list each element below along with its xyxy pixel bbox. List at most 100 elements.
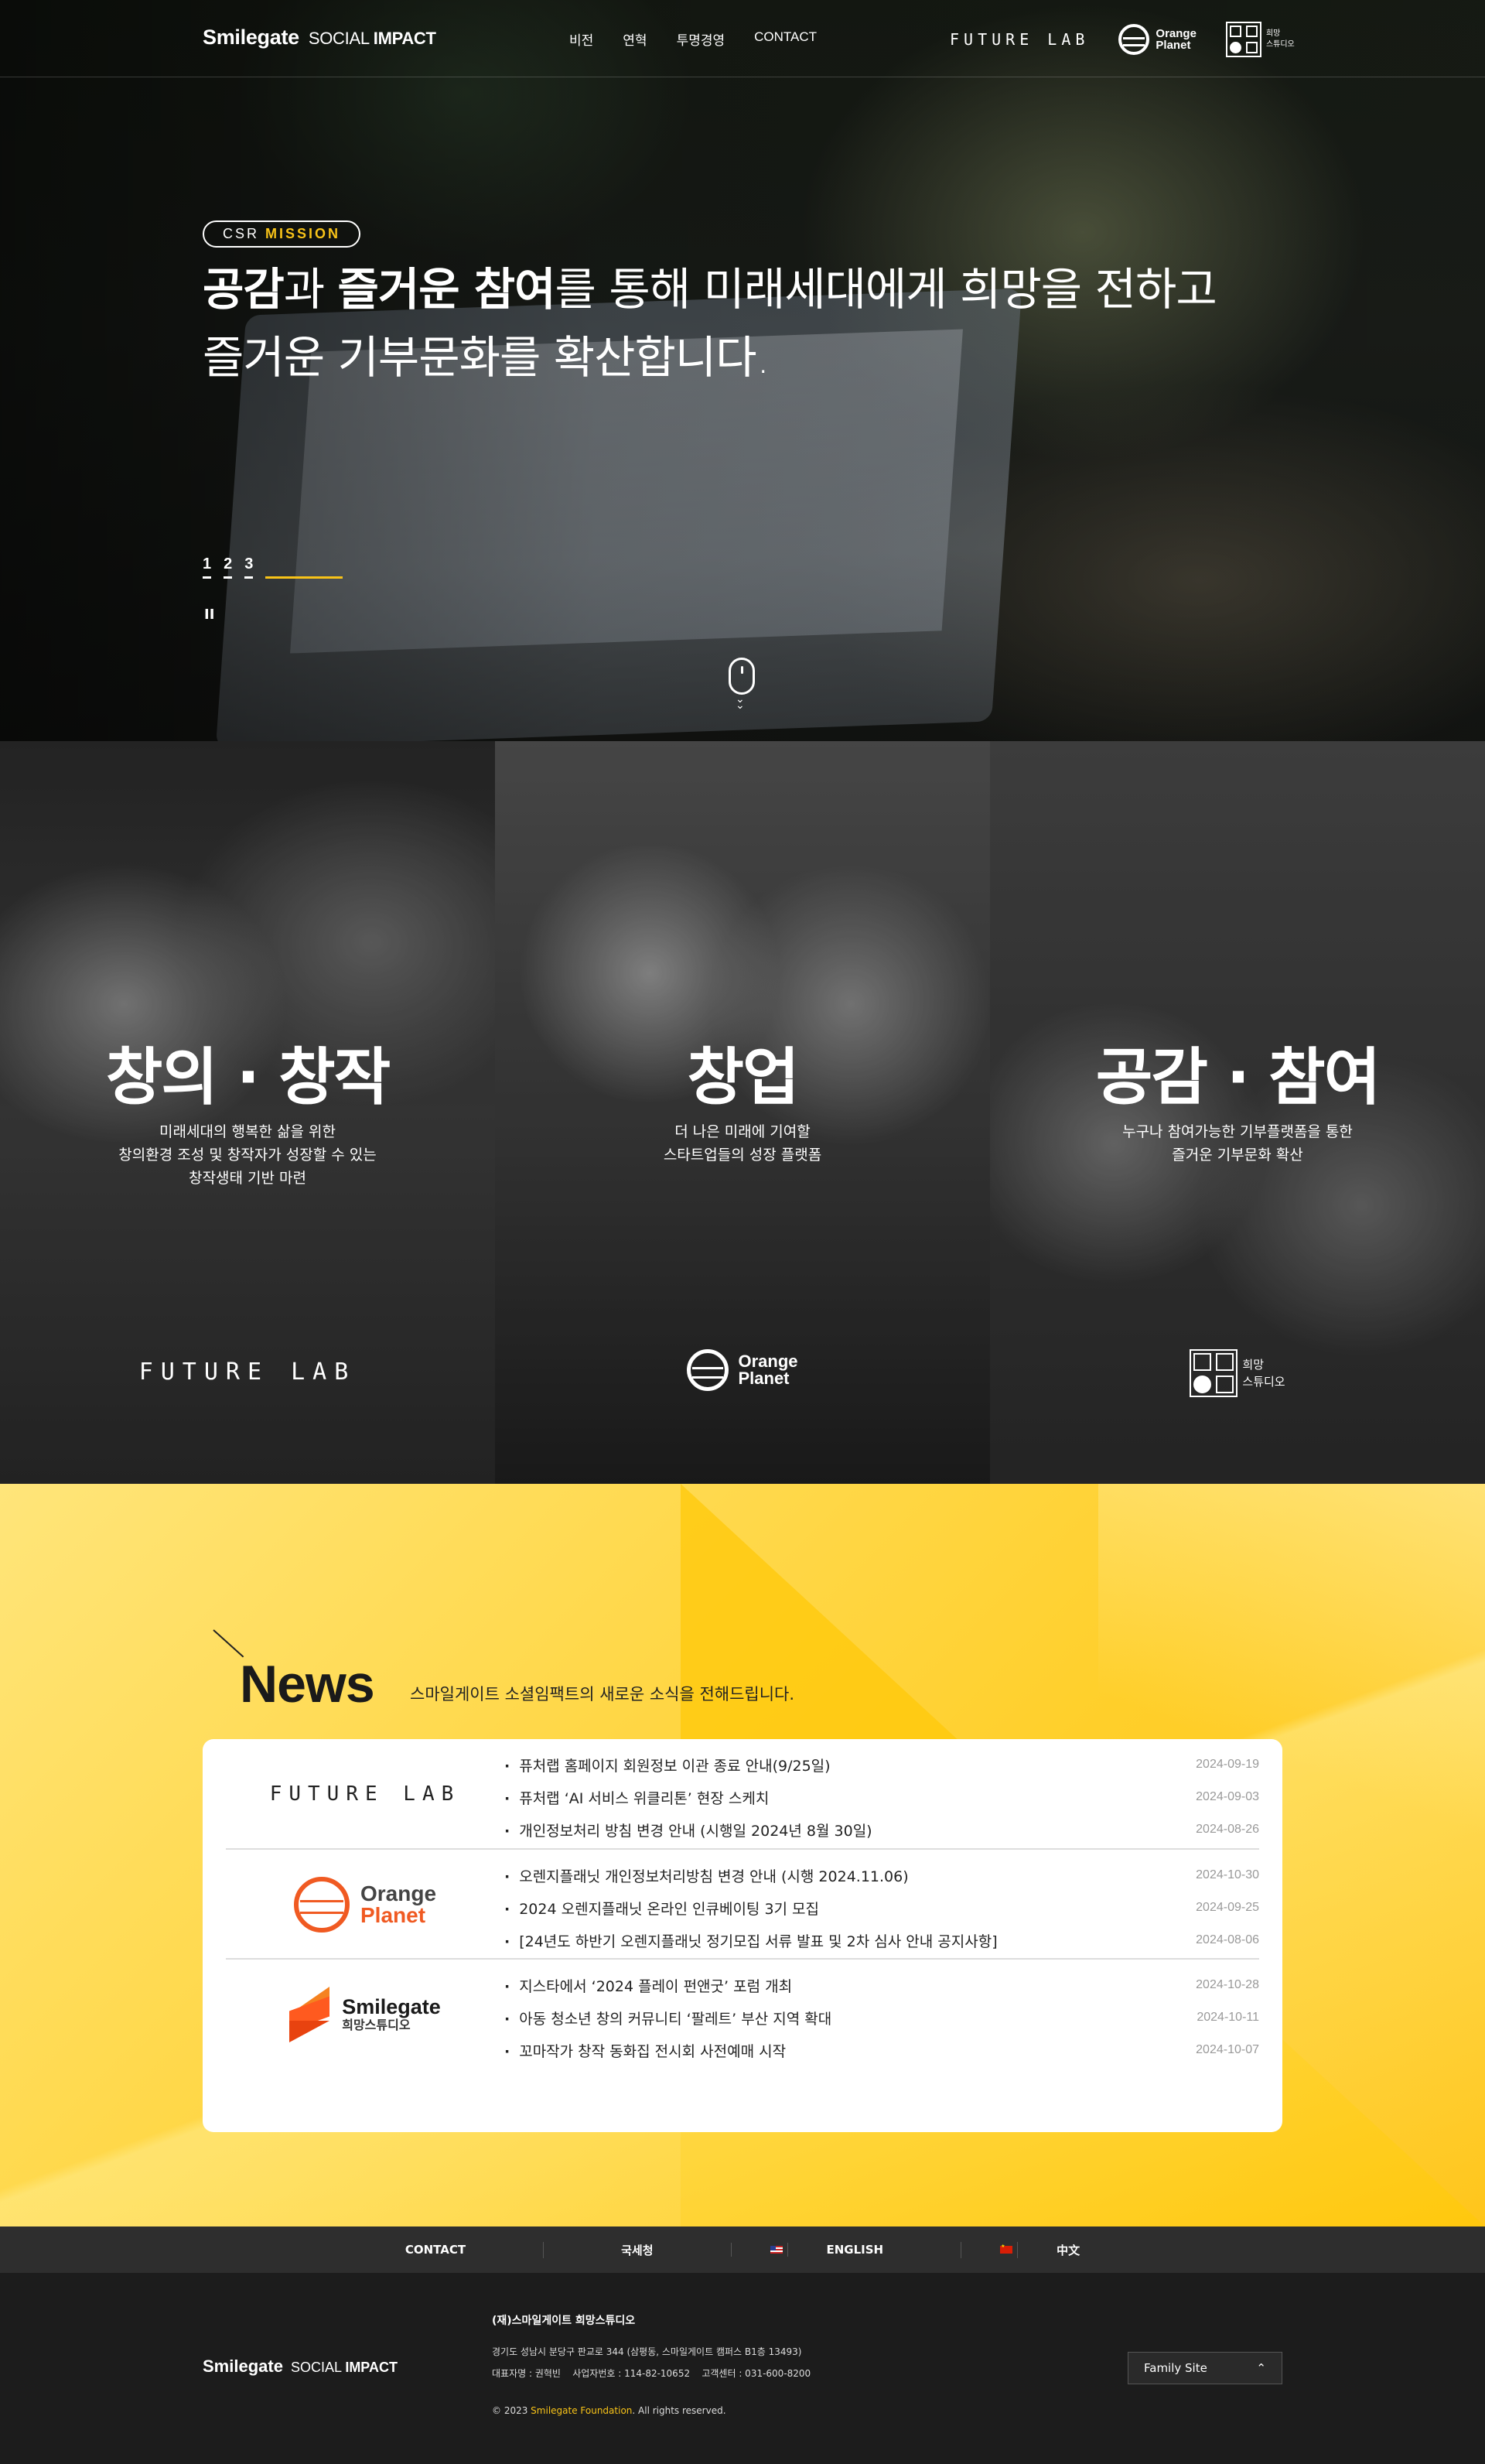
footer-link-nts[interactable]: 국세청 xyxy=(543,2241,730,2258)
footer-company-info: 대표자명 : 권혁빈 사업자번호 : 114-82-10652 고객센터 : 0… xyxy=(492,2368,811,2379)
footer-link-label: 中文 xyxy=(1017,2241,1118,2258)
news-brand-logo[interactable]: Orange Planet xyxy=(226,1850,504,1960)
badge-bold: MISSION xyxy=(265,226,341,241)
panel-desc-line: 미래세대의 행복한 삶을 위한 xyxy=(159,1123,336,1140)
china-flag-icon xyxy=(1000,2244,1013,2254)
news-item[interactable]: 오렌지플래닛 개인정보처리방침 변경 안내 (시행 2024.11.06) 202… xyxy=(504,1859,1259,1892)
menu-item-vision[interactable]: 비전 xyxy=(569,29,593,49)
hero-title-text-2: 를 통해 미래세대에게 희망을 전하고 xyxy=(555,263,1217,316)
footer-link-contact[interactable]: CONTACT xyxy=(328,2243,543,2257)
scroll-down-chevron-icon: ⌄ ⌄ xyxy=(736,693,745,712)
menu-item-history[interactable]: 연혁 xyxy=(623,29,647,49)
news-item[interactable]: 퓨처랩 ‘AI 서비스 위클리톤’ 현장 스케치 2024-09-03 xyxy=(504,1781,1259,1813)
slide-page-1[interactable]: 1 xyxy=(203,555,212,579)
smilegate-hope-studio-logo: Smilegate 희망스튜디오 xyxy=(289,1987,441,2042)
orange-planet-name: Orange Planet xyxy=(360,1883,436,1926)
footer-org-name: (재)스마일게이트 희망스튜디오 xyxy=(492,2315,636,2327)
family-site-select[interactable]: Family Site ⌃ xyxy=(1128,2352,1282,2384)
hero-title-bold-1: 공감 xyxy=(203,263,285,316)
panel-brand-logo: Orange Planet xyxy=(495,1349,990,1391)
brand-name-2: Planet xyxy=(738,1369,790,1388)
footer-logo-sub-light: SOCIAL xyxy=(290,2360,342,2375)
panel-brand-logo: FUTURE LAB xyxy=(0,1349,495,1386)
main-menu: 비전 연혁 투명경영 CONTACT xyxy=(569,29,817,49)
future-lab-logo: FUTURE LAB xyxy=(269,1782,461,1806)
footer: Smilegate SOCIAL IMPACT (재)스마일게이트 희망스튜디오… xyxy=(0,2273,1485,2464)
news-brand-logo[interactable]: FUTURE LAB xyxy=(226,1739,504,1849)
brand-name-2: 스튜디오 xyxy=(1242,1375,1285,1389)
news-item[interactable]: 아동 청소년 창의 커뮤니티 ‘팔레트’ 부산 지역 확대 2024-10-11 xyxy=(504,2001,1259,2034)
panel-description: 미래세대의 행복한 삶을 위한 창의환경 조성 및 창작자가 성장할 수 있는 창작… xyxy=(0,1120,495,1190)
news-item-date: 2024-09-25 xyxy=(1196,1901,1259,1914)
news-item-date: 2024-08-26 xyxy=(1196,1823,1259,1836)
pause-button[interactable]: II xyxy=(204,607,214,623)
scroll-mouse-icon[interactable] xyxy=(729,658,755,695)
news-item[interactable]: 2024 오렌지플래닛 온라인 인큐베이팅 3기 모집 2024-09-25 xyxy=(504,1892,1259,1924)
brand-name-2: Planet xyxy=(360,1903,426,1927)
panel-creativity[interactable]: 창의 · 창작 미래세대의 행복한 삶을 위한 창의환경 조성 및 창작자가 성장… xyxy=(0,741,495,1484)
hope-studio-link[interactable]: 희망 스튜디오 xyxy=(1225,22,1295,57)
news-item-date: 2024-10-07 xyxy=(1196,2043,1259,2056)
panel-empathy[interactable]: 공감 · 참여 누구나 참여가능한 기부플랫폼을 통한 즐거운 기부문화 확산 희… xyxy=(990,741,1485,1484)
footer-logo-sub-bold: IMPACT xyxy=(345,2360,398,2375)
footer-logo-sub: SOCIAL IMPACT xyxy=(291,2360,398,2376)
news-brand-logo[interactable]: Smilegate 희망스튜디오 xyxy=(226,1960,504,2069)
copyright-suffix: . All rights reserved. xyxy=(632,2405,726,2416)
footer-info: (재)스마일게이트 희망스튜디오 경기도 성남시 분당구 판교로 344 (삼평… xyxy=(492,2310,811,2421)
news-item-date: 2024-08-06 xyxy=(1196,1933,1259,1946)
news-item[interactable]: [24년도 하반기 오렌지플래닛 정기모집 서류 발표 및 2차 심사 안내 공… xyxy=(504,1924,1259,1957)
news-list: 퓨처랩 홈페이지 회원정보 이관 종료 안내(9/25일)2024-09-19 … xyxy=(504,1748,1259,1846)
future-lab-link[interactable]: FUTURE LAB xyxy=(950,30,1089,49)
news-item-date: 2024-10-11 xyxy=(1197,2011,1259,2024)
footer-links: CONTACT 국세청 ENGLISH 中文 xyxy=(0,2226,1485,2273)
badge-light: CSR xyxy=(223,226,260,241)
hope-studio-logo: 희망스튜디오 xyxy=(1190,1349,1285,1397)
brand-links: FUTURE LAB Orange Planet 희망 스튜디오 xyxy=(950,19,1295,60)
panel-title: 공감 · 참여 xyxy=(1095,1041,1381,1113)
footer-link-chinese[interactable]: 中文 xyxy=(961,2241,1157,2258)
hero-title: 공감과 즐거운 참여를 통해 미래세대에게 희망을 전하고 즐거운 기부문화를 … xyxy=(203,255,1316,391)
footer-link-english[interactable]: ENGLISH xyxy=(730,2243,961,2257)
orange-planet-logo: Orange Planet xyxy=(293,1877,436,1933)
copyright-brand: Smilegate Foundation xyxy=(531,2405,633,2416)
orange-planet-logo: Orange Planet xyxy=(687,1349,798,1391)
news-item[interactable]: 지스타에서 ‘2024 플레이 펀앤굿’ 포럼 개최 2024-10-28 xyxy=(504,1969,1259,2001)
brand-name-2: 희망스튜디오 xyxy=(342,2019,411,2032)
slide-page-3[interactable]: 3 xyxy=(244,555,254,579)
news-item-title: 2024 오렌지플래닛 온라인 인큐베이팅 3기 모집 xyxy=(504,1898,819,1919)
news-group-orange-planet: OrangePlanet 오렌지플래닛 개인정보처리방침 변경 안내 (시행 2… xyxy=(226,1849,1259,1959)
future-lab-logo: FUTURE LAB xyxy=(138,1358,357,1386)
chevron-up-icon: ⌃ xyxy=(1256,2361,1266,2375)
logo-sub-bold: IMPACT xyxy=(373,29,436,48)
slide-pager: 1 2 3 xyxy=(203,555,343,579)
news-item-date: 2024-10-28 xyxy=(1196,1978,1259,1991)
news-item-title: 아동 청소년 창의 커뮤니티 ‘팔레트’ 부산 지역 확대 xyxy=(504,2008,831,2028)
slide-page-2[interactable]: 2 xyxy=(224,555,233,579)
brand-name-1: 희망 xyxy=(1242,1358,1264,1372)
hero-title-text-1: 과 xyxy=(283,263,338,316)
hope-studio-name: 희망스튜디오 xyxy=(1242,1356,1285,1390)
hope-studio-name-2: 스튜디오 xyxy=(1265,40,1295,49)
news-item[interactable]: 퓨처랩 홈페이지 회원정보 이관 종료 안내(9/25일) 2024-09-19 xyxy=(504,1748,1259,1781)
panel-description: 누구나 참여가능한 기부플랫폼을 통한 즐거운 기부문화 확산 xyxy=(990,1120,1485,1167)
footer-logo-main: Smilegate xyxy=(203,2356,283,2376)
news-item-title: 퓨처랩 ‘AI 서비스 위클리톤’ 현장 스케치 xyxy=(504,1787,769,1808)
news-subtitle: 스마일게이트 소셜임팩트의 새로운 소식을 전해드립니다. xyxy=(410,1685,795,1704)
smilegate-social-impact-logo[interactable]: Smilegate SOCIAL IMPACT xyxy=(203,26,436,50)
panel-startup[interactable]: 창업 더 나은 미래에 기여할 스타트업들의 성장 플랫폼 Orange Plane… xyxy=(495,741,990,1484)
footer-logo[interactable]: Smilegate SOCIAL IMPACT xyxy=(203,2356,398,2377)
news-item[interactable]: 꼬마작가 창작 동화집 전시회 사전예매 시작 2024-10-07 xyxy=(504,2034,1259,2066)
csr-mission-badge: CSR MISSION xyxy=(203,220,361,248)
news-item-title: 개인정보처리 방침 변경 안내 (시행일 2024년 8월 30일) xyxy=(504,1820,872,1840)
menu-item-transparency[interactable]: 투명경영 xyxy=(677,29,725,49)
footer-link-label: ENGLISH xyxy=(787,2243,923,2257)
news-item-date: 2024-09-19 xyxy=(1196,1758,1259,1771)
hero-title-line-2: 즐거운 기부문화를 확산합니다. xyxy=(203,331,770,384)
panel-desc-line: 즐거운 기부문화 확산 xyxy=(1172,1147,1303,1164)
news-item[interactable]: 개인정보처리 방침 변경 안내 (시행일 2024년 8월 30일) 2024-0… xyxy=(504,1813,1259,1846)
news-item-date: 2024-10-30 xyxy=(1196,1868,1259,1881)
menu-item-contact[interactable]: CONTACT xyxy=(754,29,817,49)
orange-planet-link[interactable]: Orange Planet xyxy=(1118,24,1197,55)
news-item-date: 2024-09-03 xyxy=(1196,1790,1259,1803)
footer-address: 경기도 성남시 분당구 판교로 344 (삼평동, 스마일게이트 캠퍼스 B1층… xyxy=(492,2346,802,2357)
